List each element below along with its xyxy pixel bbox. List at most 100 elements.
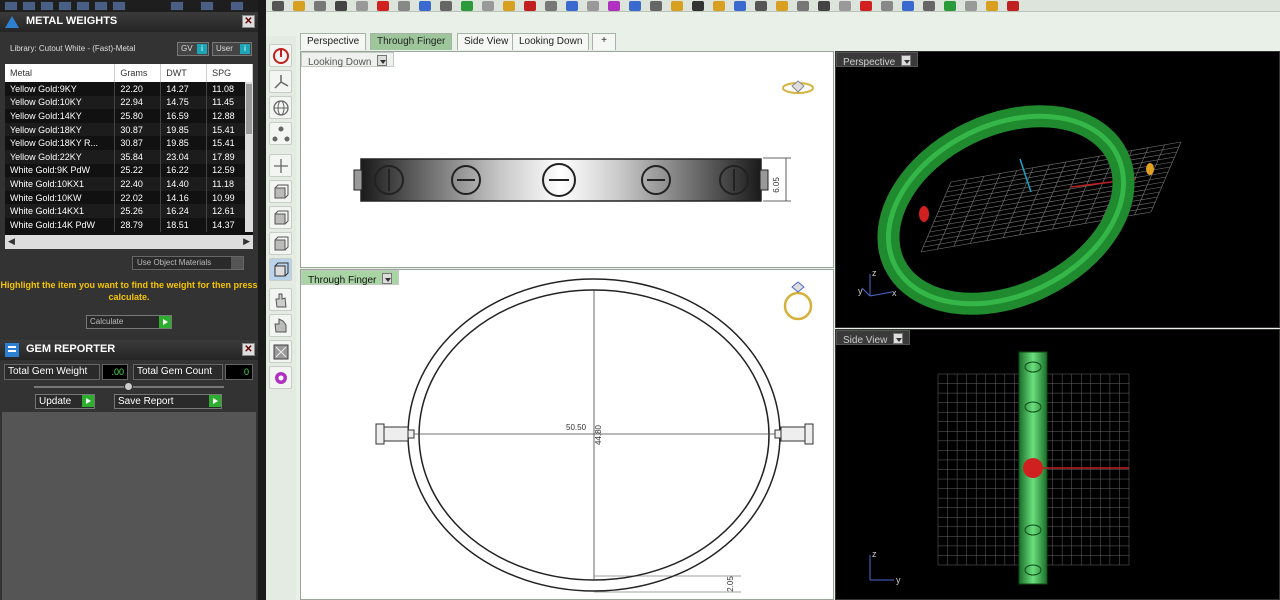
toolbar-icon[interactable] — [524, 1, 536, 11]
table-row[interactable]: Yellow Gold:10KY 22.94 14.75 11.45 — [5, 95, 253, 110]
tool-icon[interactable] — [200, 1, 214, 11]
close-icon[interactable]: ✕ — [242, 15, 255, 28]
toolbar-icon[interactable] — [776, 1, 788, 11]
toolbar-icon[interactable] — [986, 1, 998, 11]
settings-button[interactable] — [269, 366, 292, 389]
toolbar-icon[interactable] — [293, 1, 305, 11]
slider-handle[interactable] — [124, 382, 133, 391]
update-button[interactable]: Update — [35, 394, 95, 409]
stop-button[interactable] — [269, 44, 292, 67]
toolbar-icon[interactable] — [734, 1, 746, 11]
toolbar-icon[interactable] — [608, 1, 620, 11]
tool-icon[interactable] — [112, 1, 126, 11]
toolbar-icon[interactable] — [650, 1, 662, 11]
tool-icon[interactable] — [40, 1, 54, 11]
view-box-side-button[interactable] — [269, 232, 292, 255]
add-tab-button[interactable]: + — [592, 33, 616, 50]
close-icon[interactable]: ✕ — [242, 343, 255, 356]
viewport-through-finger[interactable]: Through Finger 50.50 44.80 2.05 — [300, 269, 834, 600]
table-vertical-scrollbar[interactable] — [245, 82, 253, 232]
column-header[interactable]: SPG — [206, 64, 253, 82]
column-header[interactable]: Grams — [114, 64, 162, 82]
table-row[interactable]: Yellow Gold:9KY 22.20 14.27 11.08 — [5, 82, 253, 96]
toolbar-icon[interactable] — [314, 1, 326, 11]
viewport-side-view[interactable]: Side View z y — [835, 329, 1280, 600]
toolbar-icon[interactable] — [860, 1, 872, 11]
calculate-button[interactable]: Calculate — [86, 315, 172, 329]
scroll-thumb[interactable] — [246, 84, 252, 134]
tool-icon[interactable] — [22, 1, 36, 11]
tool-icon[interactable] — [58, 1, 72, 11]
table-row[interactable]: Yellow Gold:14KY 25.80 16.59 12.88 — [5, 109, 253, 123]
toolbar-icon[interactable] — [944, 1, 956, 11]
view-axes-button[interactable] — [269, 70, 292, 93]
table-row[interactable]: White Gold:9K PdW 25.22 16.22 12.59 — [5, 163, 253, 178]
column-header[interactable]: DWT — [160, 64, 208, 82]
toolbar-icon[interactable] — [755, 1, 767, 11]
toolbar-icon[interactable] — [1007, 1, 1019, 11]
view-box-front-button[interactable] — [269, 206, 292, 229]
use-object-materials-checkbox[interactable]: Use Object Materials — [132, 256, 244, 270]
toolbar-icon[interactable] — [965, 1, 977, 11]
toolbar-icon[interactable] — [545, 1, 557, 11]
toolbar-icon[interactable] — [902, 1, 914, 11]
toolbar-icon[interactable] — [818, 1, 830, 11]
view-globe-button[interactable] — [269, 96, 292, 119]
table-row[interactable]: White Gold:10KX1 22.40 14.40 11.18 — [5, 177, 253, 191]
scroll-right-icon[interactable]: ▶ — [243, 236, 250, 247]
view-box-top-button[interactable] — [269, 180, 292, 203]
table-row[interactable]: White Gold:14KX1 25.26 16.24 12.61 — [5, 204, 253, 218]
table-row[interactable]: Yellow Gold:18KY 30.87 19.85 15.41 — [5, 122, 253, 137]
column-header[interactable]: Metal — [5, 64, 116, 82]
toolbar-icon[interactable] — [881, 1, 893, 11]
toolbar-icon[interactable] — [566, 1, 578, 11]
tab-looking-down[interactable]: Looking Down — [512, 33, 590, 50]
toolbar-icon[interactable] — [503, 1, 515, 11]
view-box-active-button[interactable] — [269, 258, 292, 281]
toolbar-icon[interactable] — [713, 1, 725, 11]
toolbar-icon[interactable] — [398, 1, 410, 11]
table-row[interactable]: Yellow Gold:18KY R... 30.87 19.85 15.41 — [5, 136, 253, 150]
table-row[interactable]: White Gold:10KW 22.02 14.16 10.99 — [5, 190, 253, 205]
toolbar-icon[interactable] — [440, 1, 452, 11]
tool-icon[interactable] — [170, 1, 184, 11]
toolbar-icon[interactable] — [335, 1, 347, 11]
toolbar-icon[interactable] — [356, 1, 368, 11]
checkbox-icon[interactable] — [231, 257, 243, 269]
tool-icon[interactable] — [230, 1, 244, 11]
gv-button[interactable]: GV i — [177, 42, 209, 56]
toolbar-icon[interactable] — [923, 1, 935, 11]
tab-side-view[interactable]: Side View — [457, 33, 516, 50]
user-button[interactable]: User i — [212, 42, 252, 56]
toolbar-icon[interactable] — [692, 1, 704, 11]
tool-icon[interactable] — [76, 1, 90, 11]
table-row[interactable]: Yellow Gold:22KY 35.84 23.04 17.89 — [5, 149, 253, 164]
toolbar-icon[interactable] — [482, 1, 494, 11]
toolbar-icon[interactable] — [671, 1, 683, 11]
tab-perspective[interactable]: Perspective — [300, 33, 367, 50]
tool-icon[interactable] — [4, 1, 18, 11]
toolbar-icon[interactable] — [839, 1, 851, 11]
pan-button[interactable] — [269, 288, 292, 311]
toolbar-icon[interactable] — [461, 1, 473, 11]
rotate-button[interactable] — [269, 314, 292, 337]
view-nodes-button[interactable] — [269, 122, 292, 145]
tab-through-finger[interactable]: Through Finger — [370, 33, 453, 50]
zoom-extents-button[interactable] — [269, 340, 292, 363]
toolbar-icon[interactable] — [629, 1, 641, 11]
table-horizontal-scrollbar[interactable]: ◀ ▶ — [5, 235, 253, 249]
scroll-left-icon[interactable]: ◀ — [8, 236, 15, 247]
toolbar-icon[interactable] — [419, 1, 431, 11]
tool-icon[interactable] — [94, 1, 108, 11]
view-grid-button[interactable] — [269, 154, 292, 177]
table-row[interactable]: White Gold:14K PdW 28.79 18.51 14.37 — [5, 217, 253, 232]
toolbar-icon[interactable] — [587, 1, 599, 11]
cube-icon — [274, 236, 289, 251]
viewport-perspective[interactable]: Perspective z y x — [835, 51, 1280, 328]
toolbar-icon[interactable] — [272, 1, 284, 11]
toolbar-icon[interactable] — [377, 1, 389, 11]
panel-splitter[interactable] — [258, 0, 266, 600]
viewport-looking-down[interactable]: Looking Down 6.05 — [300, 51, 834, 268]
toolbar-icon[interactable] — [797, 1, 809, 11]
save-report-button[interactable]: Save Report — [114, 394, 222, 409]
